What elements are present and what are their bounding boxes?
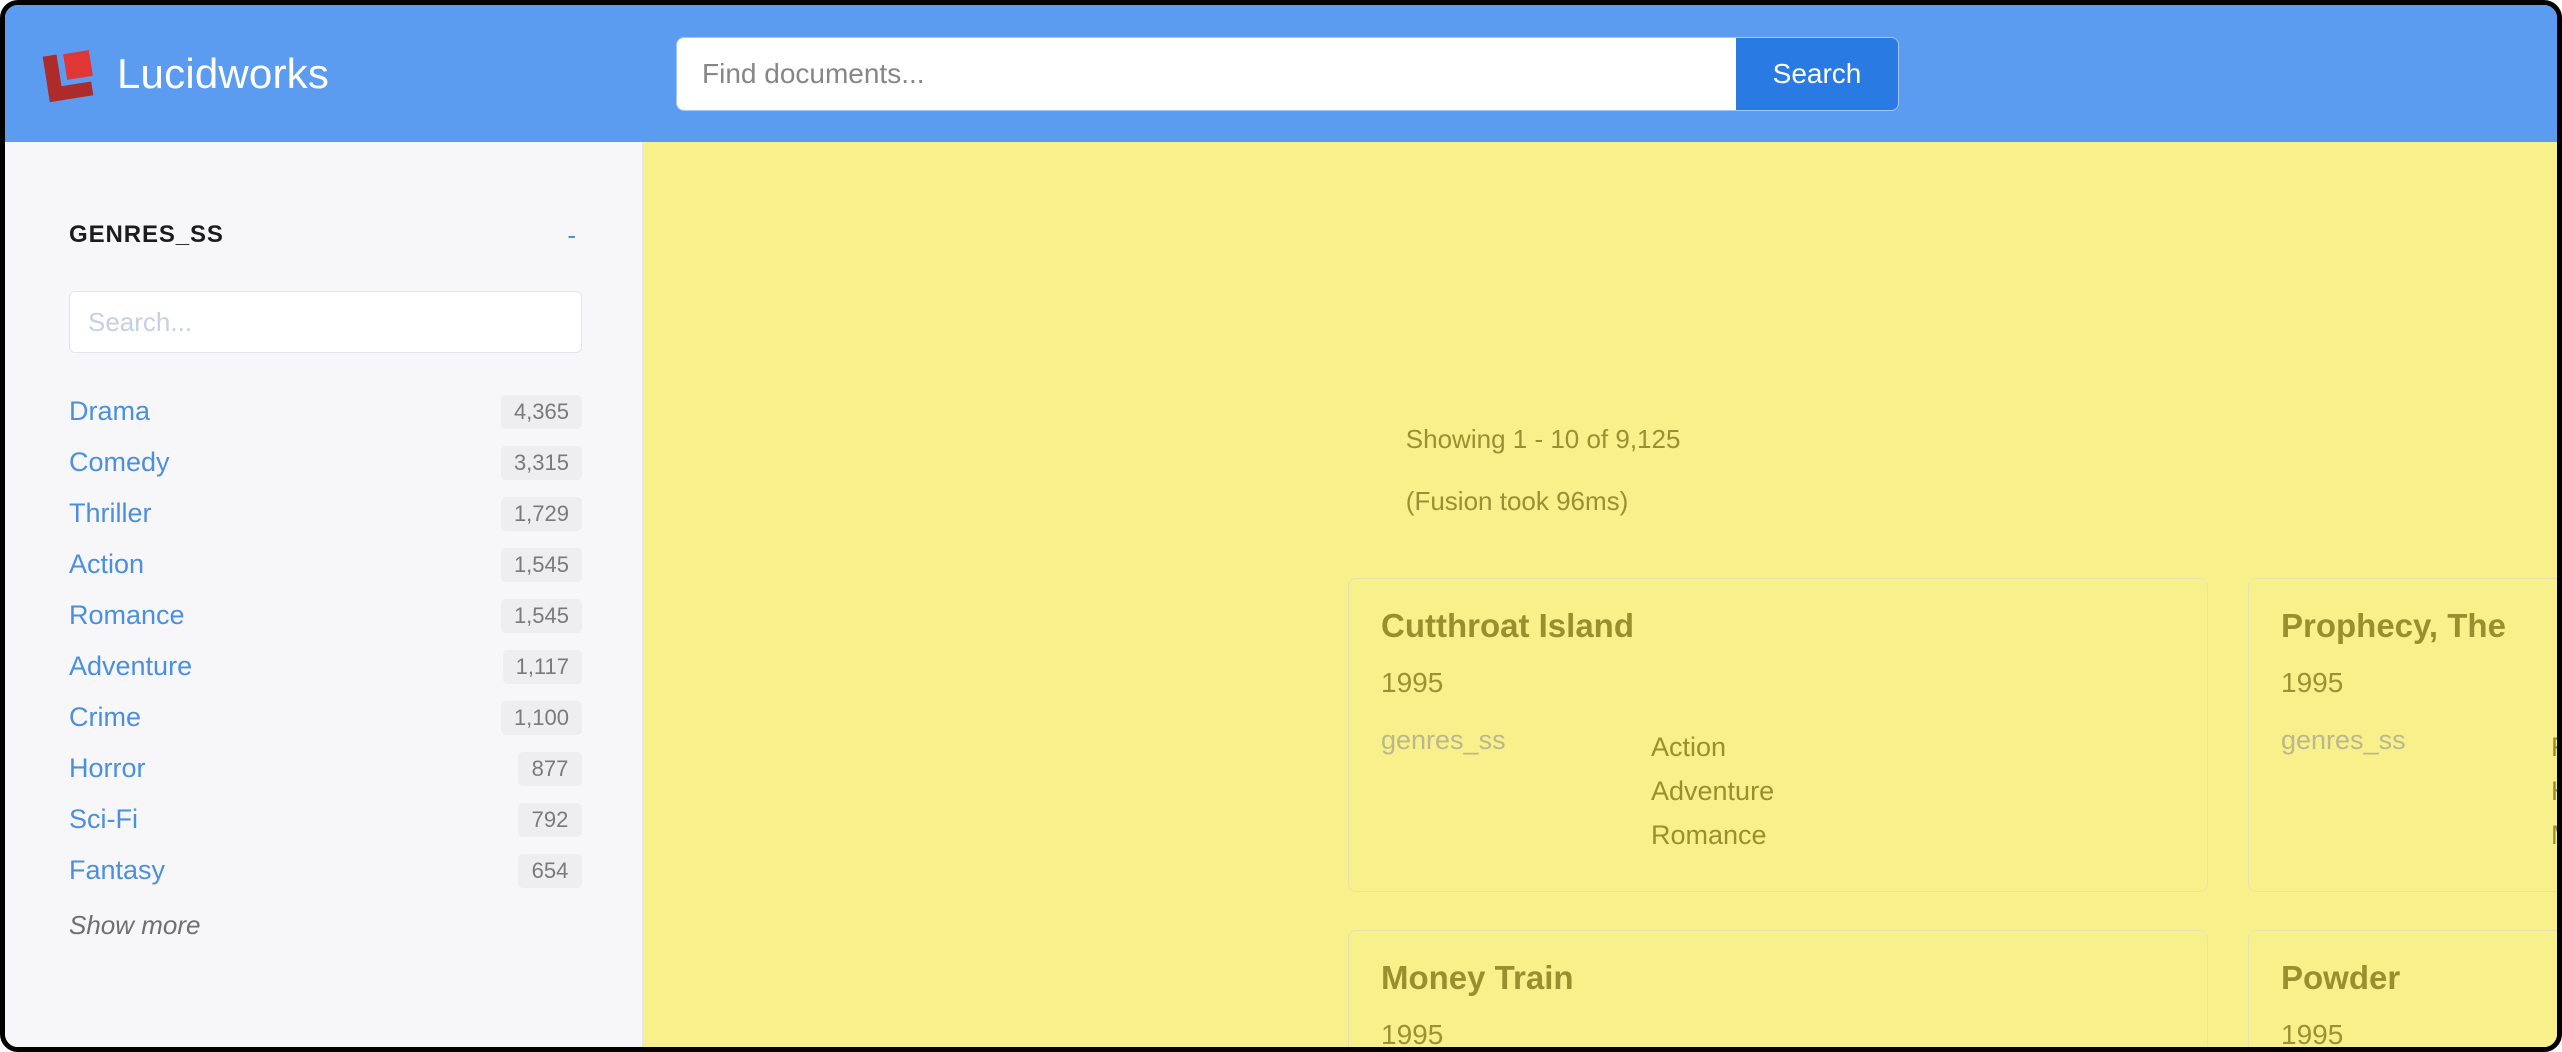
facet-item-count: 1,100	[500, 700, 582, 735]
result-title[interactable]: Powder	[2281, 959, 2557, 997]
facet-item-label[interactable]: Drama	[69, 396, 150, 427]
logo-square-shape	[63, 49, 93, 80]
facet-item-count: 3,315	[500, 445, 582, 480]
result-card[interactable]: Prophecy, The 1995 genres_ss Fantasy Hor…	[2248, 578, 2557, 892]
app-window: Lucidworks Search GENRES_SS - Drama 4,36…	[0, 0, 2562, 1052]
header-search-bar: Search	[677, 38, 1898, 110]
result-field-value: Action	[1651, 732, 1727, 762]
facet-item-label[interactable]: Action	[69, 549, 144, 580]
facet-item-label[interactable]: Comedy	[69, 447, 170, 478]
results-pane: Showing 1 - 10 of 9,125 (Fusion took 96m…	[643, 142, 2557, 1047]
result-field-value: Romance	[1651, 820, 1767, 850]
facet-item-label[interactable]: Horror	[69, 753, 146, 784]
facet-search-input[interactable]	[69, 291, 582, 353]
facet-item[interactable]: Comedy 3,315	[69, 437, 582, 488]
facet-item[interactable]: Crime 1,100	[69, 692, 582, 743]
results-status: Showing 1 - 10 of 9,125 (Fusion took 96m…	[1348, 393, 2557, 548]
facet-item-count: 1,117	[502, 649, 582, 684]
content-area: GENRES_SS - Drama 4,365 Comedy 3,315 Thr…	[5, 142, 2557, 1047]
facet-item-count: 4,365	[500, 394, 582, 429]
facet-list: Drama 4,365 Comedy 3,315 Thriller 1,729 …	[69, 386, 582, 896]
search-button[interactable]: Search	[1736, 38, 1898, 110]
results-timing: (Fusion took 96ms)	[1405, 486, 1629, 516]
result-card[interactable]: Money Train 1995 genres_ss Action Comedy…	[1348, 930, 2208, 1047]
facet-title: GENRES_SS	[69, 221, 224, 248]
result-title[interactable]: Cutthroat Island	[1381, 607, 2175, 645]
facet-item[interactable]: Thriller 1,729	[69, 488, 582, 539]
result-card[interactable]: Cutthroat Island 1995 genres_ss Action A…	[1348, 578, 2208, 892]
facet-item-count: 654	[518, 853, 582, 888]
results-showing-count: Showing 1 - 10 of 9,125	[1405, 424, 1681, 454]
facet-item-label[interactable]: Adventure	[69, 651, 192, 682]
facet-item-count: 1,729	[500, 496, 582, 531]
facet-item-label[interactable]: Fantasy	[69, 855, 165, 886]
facet-item-count: 792	[518, 802, 582, 837]
facet-show-more-link[interactable]: Show more	[69, 910, 582, 941]
facet-item-count: 1,545	[500, 598, 582, 633]
result-field-row: genres_ss Action Adventure Romance	[1381, 725, 2175, 857]
result-field-label: genres_ss	[1381, 725, 1506, 755]
facet-sidebar: GENRES_SS - Drama 4,365 Comedy 3,315 Thr…	[5, 142, 643, 1047]
result-field-value: Horror	[2551, 769, 2557, 813]
facet-item[interactable]: Fantasy 654	[69, 845, 582, 896]
result-field-value: Adventure	[1651, 776, 1775, 806]
results-grid: Cutthroat Island 1995 genres_ss Action A…	[1348, 578, 2557, 1047]
result-field-value: Fantasy	[2551, 725, 2557, 769]
facet-item[interactable]: Romance 1,545	[69, 590, 582, 641]
facet-header: GENRES_SS -	[69, 221, 582, 249]
facet-item-label[interactable]: Crime	[69, 702, 141, 733]
facet-item[interactable]: Action 1,545	[69, 539, 582, 590]
brand-logo[interactable]: Lucidworks	[43, 5, 329, 142]
facet-item-count: 877	[518, 751, 582, 786]
facet-item[interactable]: Adventure 1,117	[69, 641, 582, 692]
facet-item-label[interactable]: Romance	[69, 600, 185, 631]
facet-item-label[interactable]: Thriller	[69, 498, 152, 529]
brand-name: Lucidworks	[117, 49, 330, 97]
result-field-value: Mystery	[2551, 813, 2557, 857]
facet-item[interactable]: Horror 877	[69, 743, 582, 794]
result-field-row: genres_ss Fantasy Horror Mystery	[2281, 725, 2557, 857]
result-title[interactable]: Prophecy, The	[2281, 607, 2557, 645]
search-input[interactable]	[677, 38, 1736, 110]
facet-panel-genres-ss: GENRES_SS - Drama 4,365 Comedy 3,315 Thr…	[5, 142, 642, 941]
facet-item-label[interactable]: Sci-Fi	[69, 804, 138, 835]
facet-item[interactable]: Drama 4,365	[69, 386, 582, 437]
result-field-values: Action Adventure Romance	[1651, 725, 2175, 857]
facet-collapse-toggle[interactable]: -	[561, 222, 582, 248]
result-card[interactable]: Powder 1995 genres_ss Drama Sci-Fi	[2248, 930, 2557, 1047]
result-year: 1995	[1381, 1019, 1444, 1047]
facet-item[interactable]: Sci-Fi 792	[69, 794, 582, 845]
facet-item-count: 1,545	[500, 547, 582, 582]
result-field-values: Fantasy Horror Mystery	[2551, 725, 2557, 857]
app-header: Lucidworks Search	[5, 5, 2557, 142]
lucidworks-logo-icon	[43, 45, 95, 103]
result-year: 1995	[2281, 1019, 2344, 1047]
result-title[interactable]: Money Train	[1381, 959, 2175, 997]
result-field-label: genres_ss	[2281, 725, 2406, 755]
result-year: 1995	[1381, 667, 1444, 698]
result-year: 1995	[2281, 667, 2344, 698]
